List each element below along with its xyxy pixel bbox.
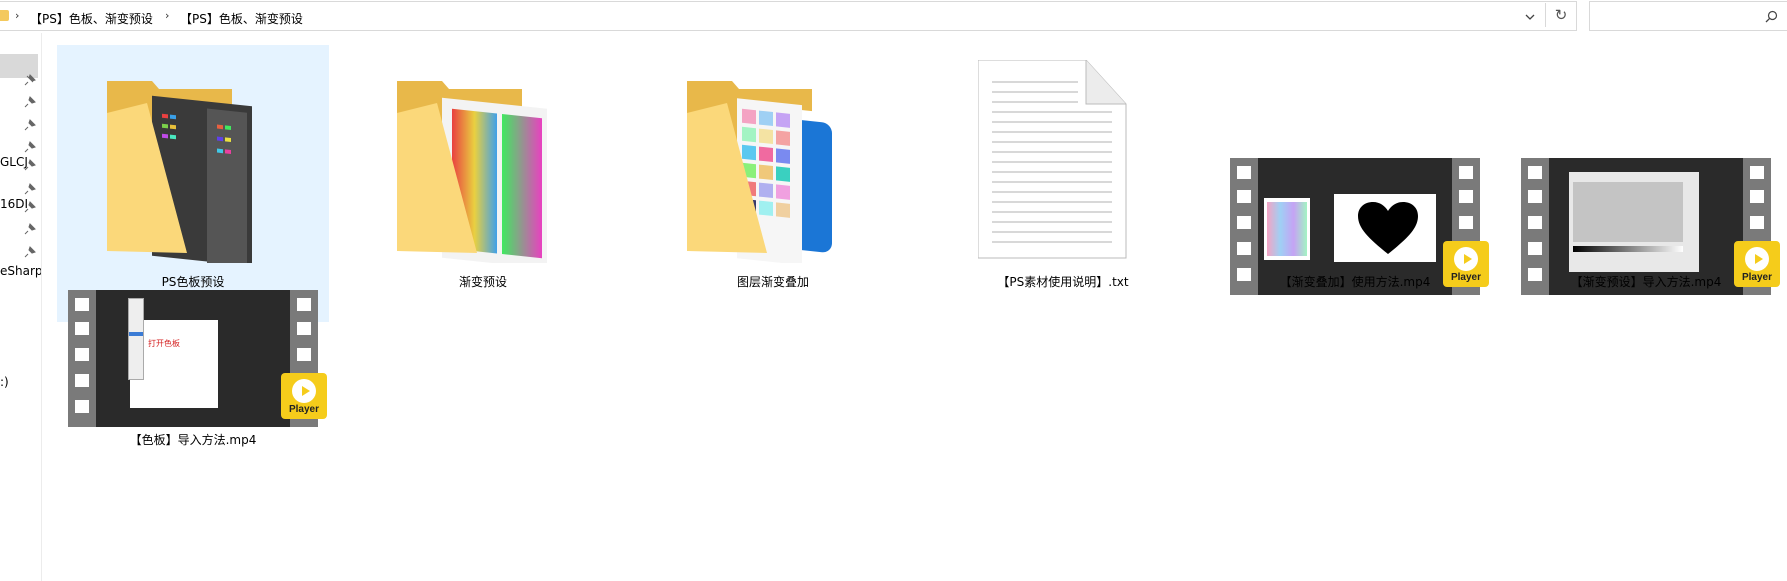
pin-icon — [24, 119, 36, 131]
refresh-icon[interactable]: ↻ — [1551, 6, 1571, 24]
chevron-down-icon[interactable] — [1522, 9, 1538, 25]
file-name[interactable]: 【色板】导入方法.mp4 — [57, 431, 329, 448]
pin-icon — [24, 159, 36, 171]
file-name[interactable]: 图层渐变叠加 — [637, 273, 909, 290]
breadcrumb-separator[interactable]: › — [15, 9, 19, 22]
video-item[interactable]: 打开色板 Player 【色板】导入方法.mp4 — [57, 285, 329, 562]
player-label: Player — [288, 404, 320, 415]
folder-icon — [687, 81, 842, 263]
pin-icon — [24, 141, 36, 153]
file-name[interactable]: 【PS素材使用说明】.txt — [927, 273, 1199, 290]
breadcrumb-item[interactable]: 【PS】色板、渐变预设 — [178, 10, 305, 27]
heart-icon — [1358, 202, 1418, 254]
navigation-pane: GLCJ 16DI eSharp :) — [0, 33, 42, 581]
pin-icon — [24, 246, 36, 258]
pin-icon — [24, 74, 36, 86]
file-name[interactable]: 【渐变叠加】使用方法.mp4 — [1219, 273, 1491, 290]
folder-item[interactable]: 图层渐变叠加 — [637, 45, 909, 322]
top-bar: › 【PS】色板、渐变预设 › 【PS】色板、渐变预设 ↻ — [0, 0, 1787, 33]
file-item[interactable]: 【PS素材使用说明】.txt — [927, 45, 1199, 322]
video-item[interactable]: Player 【渐变预设】导入方法.mp4 — [1510, 45, 1782, 322]
search-icon — [1765, 10, 1778, 23]
nav-item-label[interactable]: eSharp — [0, 264, 41, 278]
folder-icon — [397, 81, 547, 263]
folder-icon — [107, 81, 252, 263]
file-name[interactable]: 渐变预设 — [347, 273, 619, 290]
search-input[interactable] — [1589, 1, 1787, 31]
pin-icon — [24, 223, 36, 235]
file-name[interactable]: 【渐变预设】导入方法.mp4 — [1510, 273, 1782, 290]
pin-icon — [24, 201, 36, 213]
pin-icon — [24, 96, 36, 108]
file-list: PS色板预设 渐变预设 图层渐变叠加 【PS素材使用说明】.txt Player… — [43, 33, 1787, 581]
pin-icon — [24, 183, 36, 195]
video-overlay-text: 打开色板 — [148, 339, 180, 348]
folder-item[interactable]: 渐变预设 — [347, 45, 619, 322]
breadcrumb-separator[interactable]: › — [165, 9, 169, 22]
divider — [1545, 3, 1546, 27]
player-badge: Player — [281, 373, 327, 419]
address-bar[interactable]: › 【PS】色板、渐变预设 › 【PS】色板、渐变预设 — [0, 1, 1577, 31]
breadcrumb-item[interactable]: 【PS】色板、渐变预设 — [28, 10, 155, 27]
nav-item-label[interactable]: :) — [0, 375, 9, 389]
text-file-icon — [978, 60, 1127, 259]
folder-icon — [0, 10, 9, 21]
video-item[interactable]: Player 【渐变叠加】使用方法.mp4 — [1219, 45, 1491, 322]
folder-item[interactable]: PS色板预设 — [57, 45, 329, 322]
